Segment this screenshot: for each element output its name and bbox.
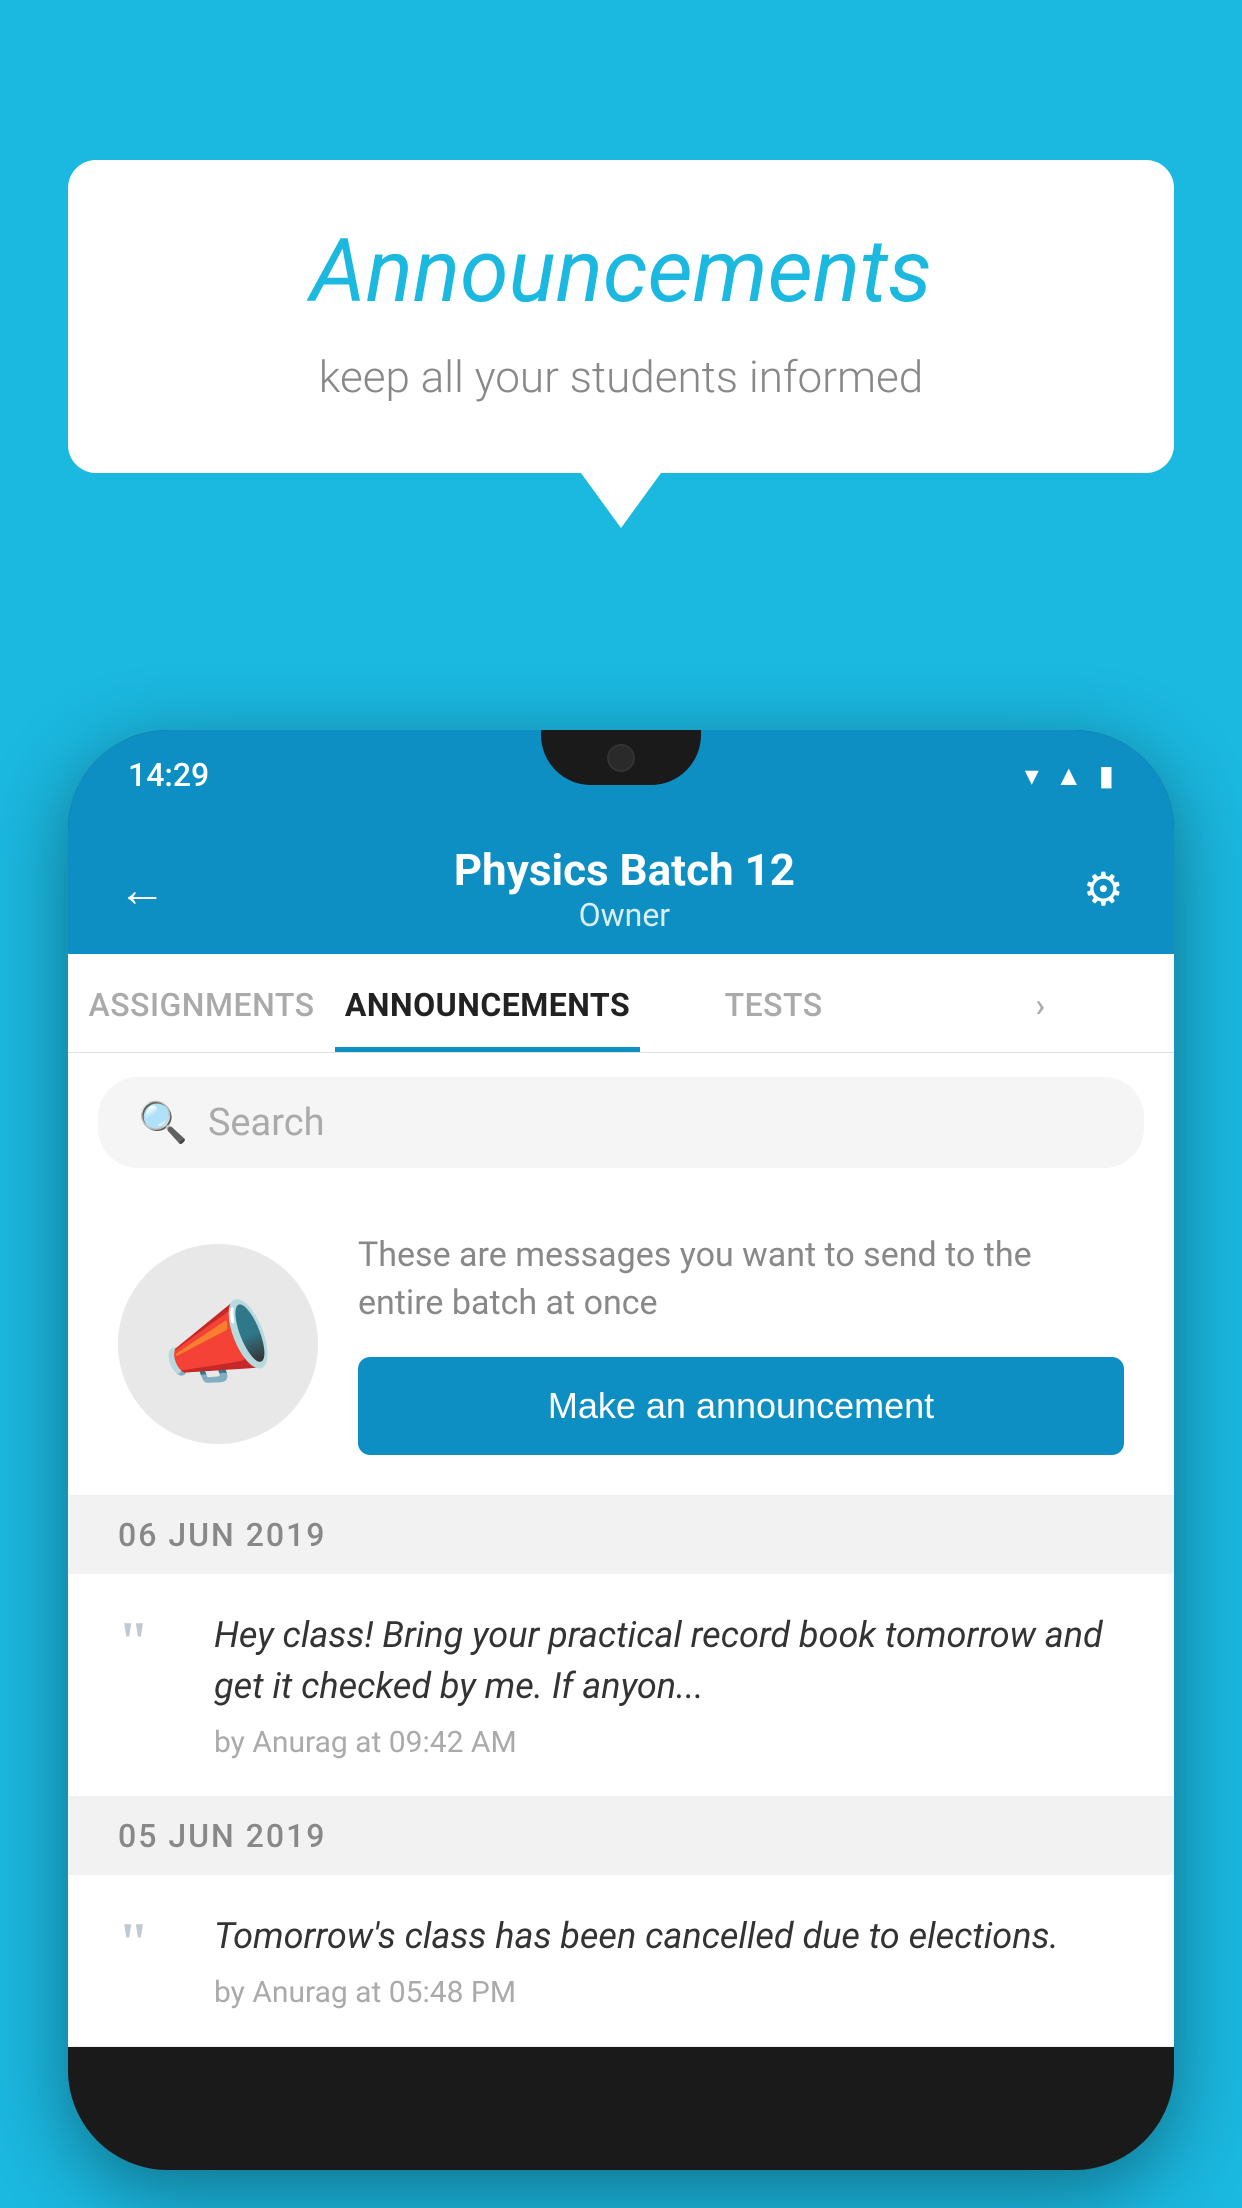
phone-frame: 14:29 ▾ ▲ ▮ ← Physics Batch 12 Owner ⚙ A… bbox=[68, 730, 1174, 2170]
date-separator-1: 06 JUN 2019 bbox=[68, 1496, 1174, 1574]
announcement-content-1: Hey class! Bring your practical record b… bbox=[214, 1610, 1124, 1760]
announcement-item-1[interactable]: " Hey class! Bring your practical record… bbox=[68, 1574, 1174, 1797]
announcement-item-2[interactable]: " Tomorrow's class has been cancelled du… bbox=[68, 1875, 1174, 2047]
tab-more[interactable]: › bbox=[907, 954, 1174, 1052]
announcement-description: These are messages you want to send to t… bbox=[358, 1232, 1124, 1327]
megaphone-circle: 📣 bbox=[118, 1244, 318, 1444]
quote-icon-1: " bbox=[118, 1614, 178, 1670]
speech-bubble-card: Announcements keep all your students inf… bbox=[68, 160, 1174, 473]
announcement-meta-2: by Anurag at 05:48 PM bbox=[214, 1975, 1124, 2010]
status-time: 14:29 bbox=[128, 756, 209, 794]
back-button[interactable]: ← bbox=[118, 861, 166, 918]
announcement-meta-1: by Anurag at 09:42 AM bbox=[214, 1725, 1124, 1760]
tab-announcements[interactable]: ANNOUNCEMENTS bbox=[335, 954, 640, 1052]
wifi-icon: ▾ bbox=[1025, 759, 1039, 792]
phone-container: 14:29 ▾ ▲ ▮ ← Physics Batch 12 Owner ⚙ A… bbox=[68, 730, 1174, 2208]
app-header: ← Physics Batch 12 Owner ⚙ bbox=[68, 820, 1174, 954]
header-subtitle: Owner bbox=[454, 896, 795, 934]
notch bbox=[541, 730, 701, 785]
announcement-text-2: Tomorrow's class has been cancelled due … bbox=[214, 1911, 1124, 1961]
status-icons: ▾ ▲ ▮ bbox=[1025, 759, 1114, 792]
speech-bubble-subtitle: keep all your students informed bbox=[148, 351, 1094, 403]
announcement-text-1: Hey class! Bring your practical record b… bbox=[214, 1610, 1124, 1711]
camera bbox=[607, 744, 635, 772]
header-title: Physics Batch 12 bbox=[454, 844, 795, 896]
tab-assignments[interactable]: ASSIGNMENTS bbox=[68, 954, 335, 1052]
date-separator-2: 05 JUN 2019 bbox=[68, 1797, 1174, 1875]
search-icon: 🔍 bbox=[138, 1099, 188, 1146]
speech-bubble-title: Announcements bbox=[148, 220, 1094, 323]
megaphone-icon: 📣 bbox=[162, 1291, 274, 1396]
search-bar[interactable]: 🔍 Search bbox=[98, 1077, 1144, 1168]
settings-icon[interactable]: ⚙ bbox=[1083, 862, 1124, 917]
announcement-right: These are messages you want to send to t… bbox=[358, 1232, 1124, 1455]
search-bar-container: 🔍 Search bbox=[68, 1053, 1174, 1192]
header-title-section: Physics Batch 12 Owner bbox=[454, 844, 795, 934]
tabs-bar: ASSIGNMENTS ANNOUNCEMENTS TESTS › bbox=[68, 954, 1174, 1053]
speech-bubble-section: Announcements keep all your students inf… bbox=[68, 160, 1174, 528]
make-announcement-button[interactable]: Make an announcement bbox=[358, 1357, 1124, 1455]
tab-tests[interactable]: TESTS bbox=[640, 954, 907, 1052]
quote-icon-2: " bbox=[118, 1915, 178, 1971]
announcement-content-2: Tomorrow's class has been cancelled due … bbox=[214, 1911, 1124, 2010]
announcement-prompt-section: 📣 These are messages you want to send to… bbox=[68, 1192, 1174, 1496]
battery-icon: ▮ bbox=[1099, 759, 1114, 792]
status-bar: 14:29 ▾ ▲ ▮ bbox=[68, 730, 1174, 820]
signal-icon: ▲ bbox=[1055, 759, 1083, 792]
speech-bubble-tail bbox=[581, 473, 661, 528]
search-placeholder: Search bbox=[208, 1101, 325, 1145]
